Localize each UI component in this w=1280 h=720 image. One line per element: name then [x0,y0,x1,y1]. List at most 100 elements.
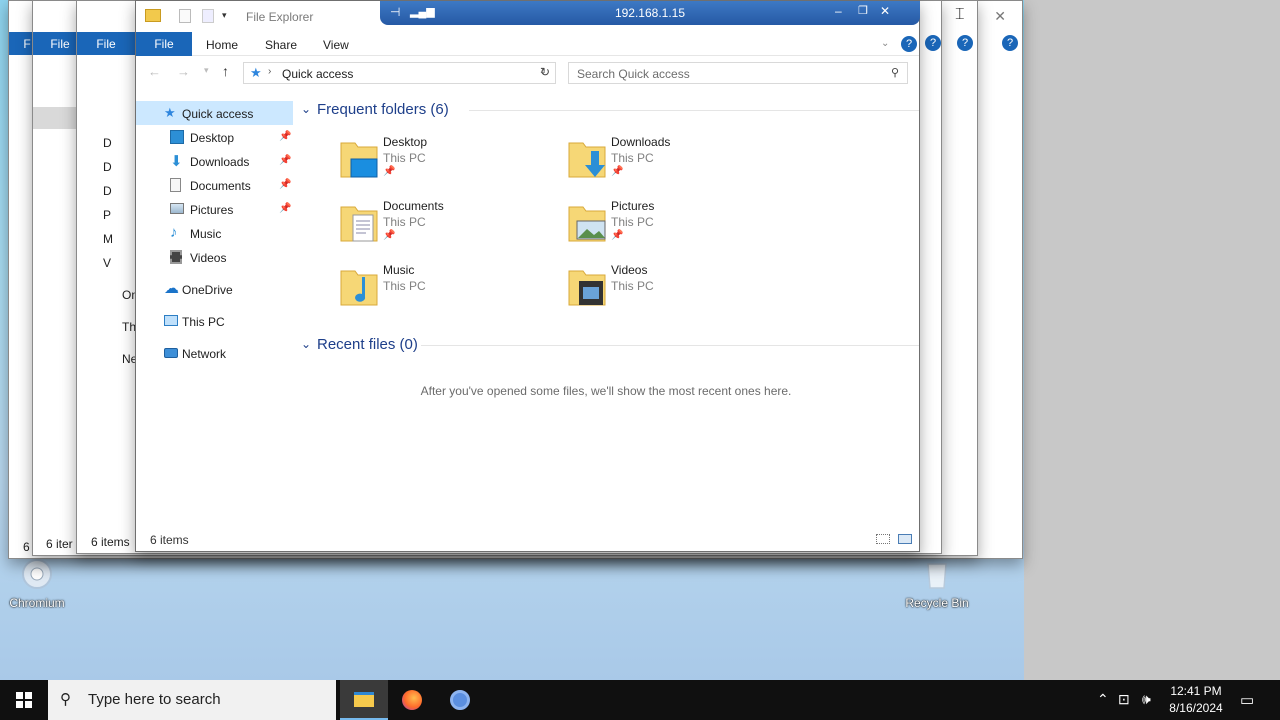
breadcrumb-location[interactable]: Quick access [282,67,353,81]
file-tab[interactable]: File [77,32,135,55]
taskbar-search-box[interactable]: ⚲ Type here to search [48,680,336,720]
sidebar-item-this-pc[interactable]: This PC [136,309,293,333]
nav-fragment[interactable]: V [103,251,135,275]
tab-view[interactable]: View [323,38,349,52]
qat-dropdown-icon[interactable]: ▾ [222,10,227,21]
desktop-icon-recycle-bin[interactable]: Recycle Bin [897,556,977,610]
taskbar-file-explorer[interactable] [340,680,388,720]
taskbar-chromium[interactable] [436,680,484,720]
pin-icon[interactable]: 📌 [279,131,291,142]
sidebar-item-network[interactable]: Network [136,341,293,365]
chromium-icon [450,690,470,710]
new-folder-icon[interactable] [202,9,214,23]
recent-locations-icon[interactable]: ▾ [204,65,209,76]
up-icon[interactable]: ↑ [222,63,229,79]
sidebar-item-quick-access[interactable]: ★ Quick access [136,101,293,125]
sidebar-item-videos[interactable]: Videos [136,245,293,269]
network-icon[interactable]: ⊡ [1118,691,1130,708]
folder-tile-pictures[interactable]: Pictures This PC 📌 [559,197,779,253]
nav-fragment[interactable]: D [103,179,135,203]
sidebar-item-onedrive[interactable]: ☁ OneDrive [136,277,293,301]
nav-fragment[interactable]: M [103,227,135,251]
back-icon[interactable]: ← [148,64,161,79]
folder-tile-downloads[interactable]: Downloads This PC 📌 [559,133,779,189]
folder-location: This PC [383,279,426,293]
folder-name: Documents [383,199,444,213]
remote-viewer-background [1024,0,1280,680]
status-text: 6 iter [46,537,73,551]
recent-files-heading[interactable]: Recent files (0) [317,336,418,353]
window-title: File Explorer [246,10,314,24]
pictures-folder-icon [568,206,606,242]
nav-fragment[interactable]: D [103,131,135,155]
expand-ribbon-icon[interactable]: ⌄ [881,38,889,49]
status-text: 6 items [91,535,130,549]
sidebar-item-pictures[interactable]: Pictures 📌 [136,197,293,221]
sidebar-item-documents[interactable]: Documents 📌 [136,173,293,197]
address-bar[interactable]: ★ › Quick access ⌄ [243,62,556,84]
tab-share[interactable]: Share [265,38,297,52]
close-icon[interactable]: ✕ [994,8,1006,25]
desktop-icon-label: Chromium [9,596,65,610]
documents-folder-icon [340,206,378,242]
file-tab[interactable]: File [136,32,192,56]
sidebar-item-music[interactable]: ♪ Music [136,221,293,245]
minimize-icon[interactable]: – [835,4,842,18]
sidebar-item-desktop[interactable]: Desktop 📌 [136,125,293,149]
pin-icon[interactable]: 📌 [279,179,291,190]
star-icon: ★ [250,65,262,80]
sidebar-item-downloads[interactable]: ⬇ Downloads 📌 [136,149,293,173]
folder-tile-documents[interactable]: Documents This PC 📌 [331,197,551,253]
collapse-chevron-icon[interactable]: ⌄ [301,102,311,116]
video-icon [170,250,182,264]
remote-connection-bar[interactable]: ⊣ ▂▄▆ 192.168.1.15 – ❐ ✕ [380,1,920,25]
volume-icon[interactable]: 🕪 [1142,691,1151,708]
taskbar-firefox[interactable] [388,680,436,720]
recycle-bin-icon [919,556,955,592]
folder-name: Desktop [383,135,428,149]
refresh-icon[interactable]: ↻ [540,65,550,79]
properties-icon[interactable] [179,9,191,23]
nav-fragment[interactable]: On [122,283,138,307]
folder-tile-music[interactable]: Music This PC [331,261,551,317]
pin-icon[interactable]: 📌 [279,155,291,166]
folder-location: This PC [611,215,654,229]
nav-fragment[interactable]: P [103,203,135,227]
large-icons-view-icon[interactable] [898,534,912,544]
notifications-icon[interactable]: ▭ [1240,691,1254,709]
frequent-folders-heading[interactable]: Frequent folders (6) [317,101,449,118]
folder-name: Pictures [611,199,655,213]
restore-icon[interactable]: ❐ [858,4,868,17]
help-icon[interactable]: ? [925,35,941,51]
pin-icon: 📌 [383,166,396,177]
show-hidden-icons-icon[interactable]: ⌃ [1097,691,1109,708]
clock[interactable]: 12:41 PM 8/16/2024 [1160,683,1232,717]
search-input[interactable]: Search Quick access ⚲ [568,62,908,84]
forward-icon[interactable]: → [177,64,190,79]
nav-fragment[interactable]: D [103,155,135,179]
sidebar-item-label: Music [190,227,222,241]
folder-name: Music [383,263,415,277]
folder-tile-videos[interactable]: Videos This PC [559,261,779,317]
content-pane: ⌄ Frequent folders (6) Desktop This PC 📌… [293,93,919,529]
help-icon[interactable]: ? [901,36,917,52]
music-icon: ♪ [170,224,178,241]
desktop-icon-chromium[interactable]: Chromium [0,556,77,610]
tab-home[interactable]: Home [206,38,238,52]
star-icon: ★ [164,105,176,120]
close-icon[interactable]: ✕ [880,4,890,18]
help-icon[interactable]: ? [957,35,973,51]
details-view-icon[interactable] [876,534,890,544]
music-folder-icon [340,270,378,306]
nav-fragment[interactable]: Ne [122,347,137,371]
sidebar-item-label: Documents [190,179,251,193]
pin-icon[interactable]: 📌 [279,203,291,214]
folder-tile-desktop[interactable]: Desktop This PC 📌 [331,133,551,189]
download-icon: ⬇ [170,153,183,170]
search-icon[interactable]: ⚲ [891,66,899,79]
help-icon[interactable]: ? [1002,35,1018,51]
collapse-chevron-icon[interactable]: ⌄ [301,337,311,351]
nav-fragment[interactable]: Th [122,315,136,339]
start-button[interactable] [0,680,48,720]
file-explorer-window[interactable]: ▾ File Explorer File Home Share View ⌄ ?… [135,0,920,552]
